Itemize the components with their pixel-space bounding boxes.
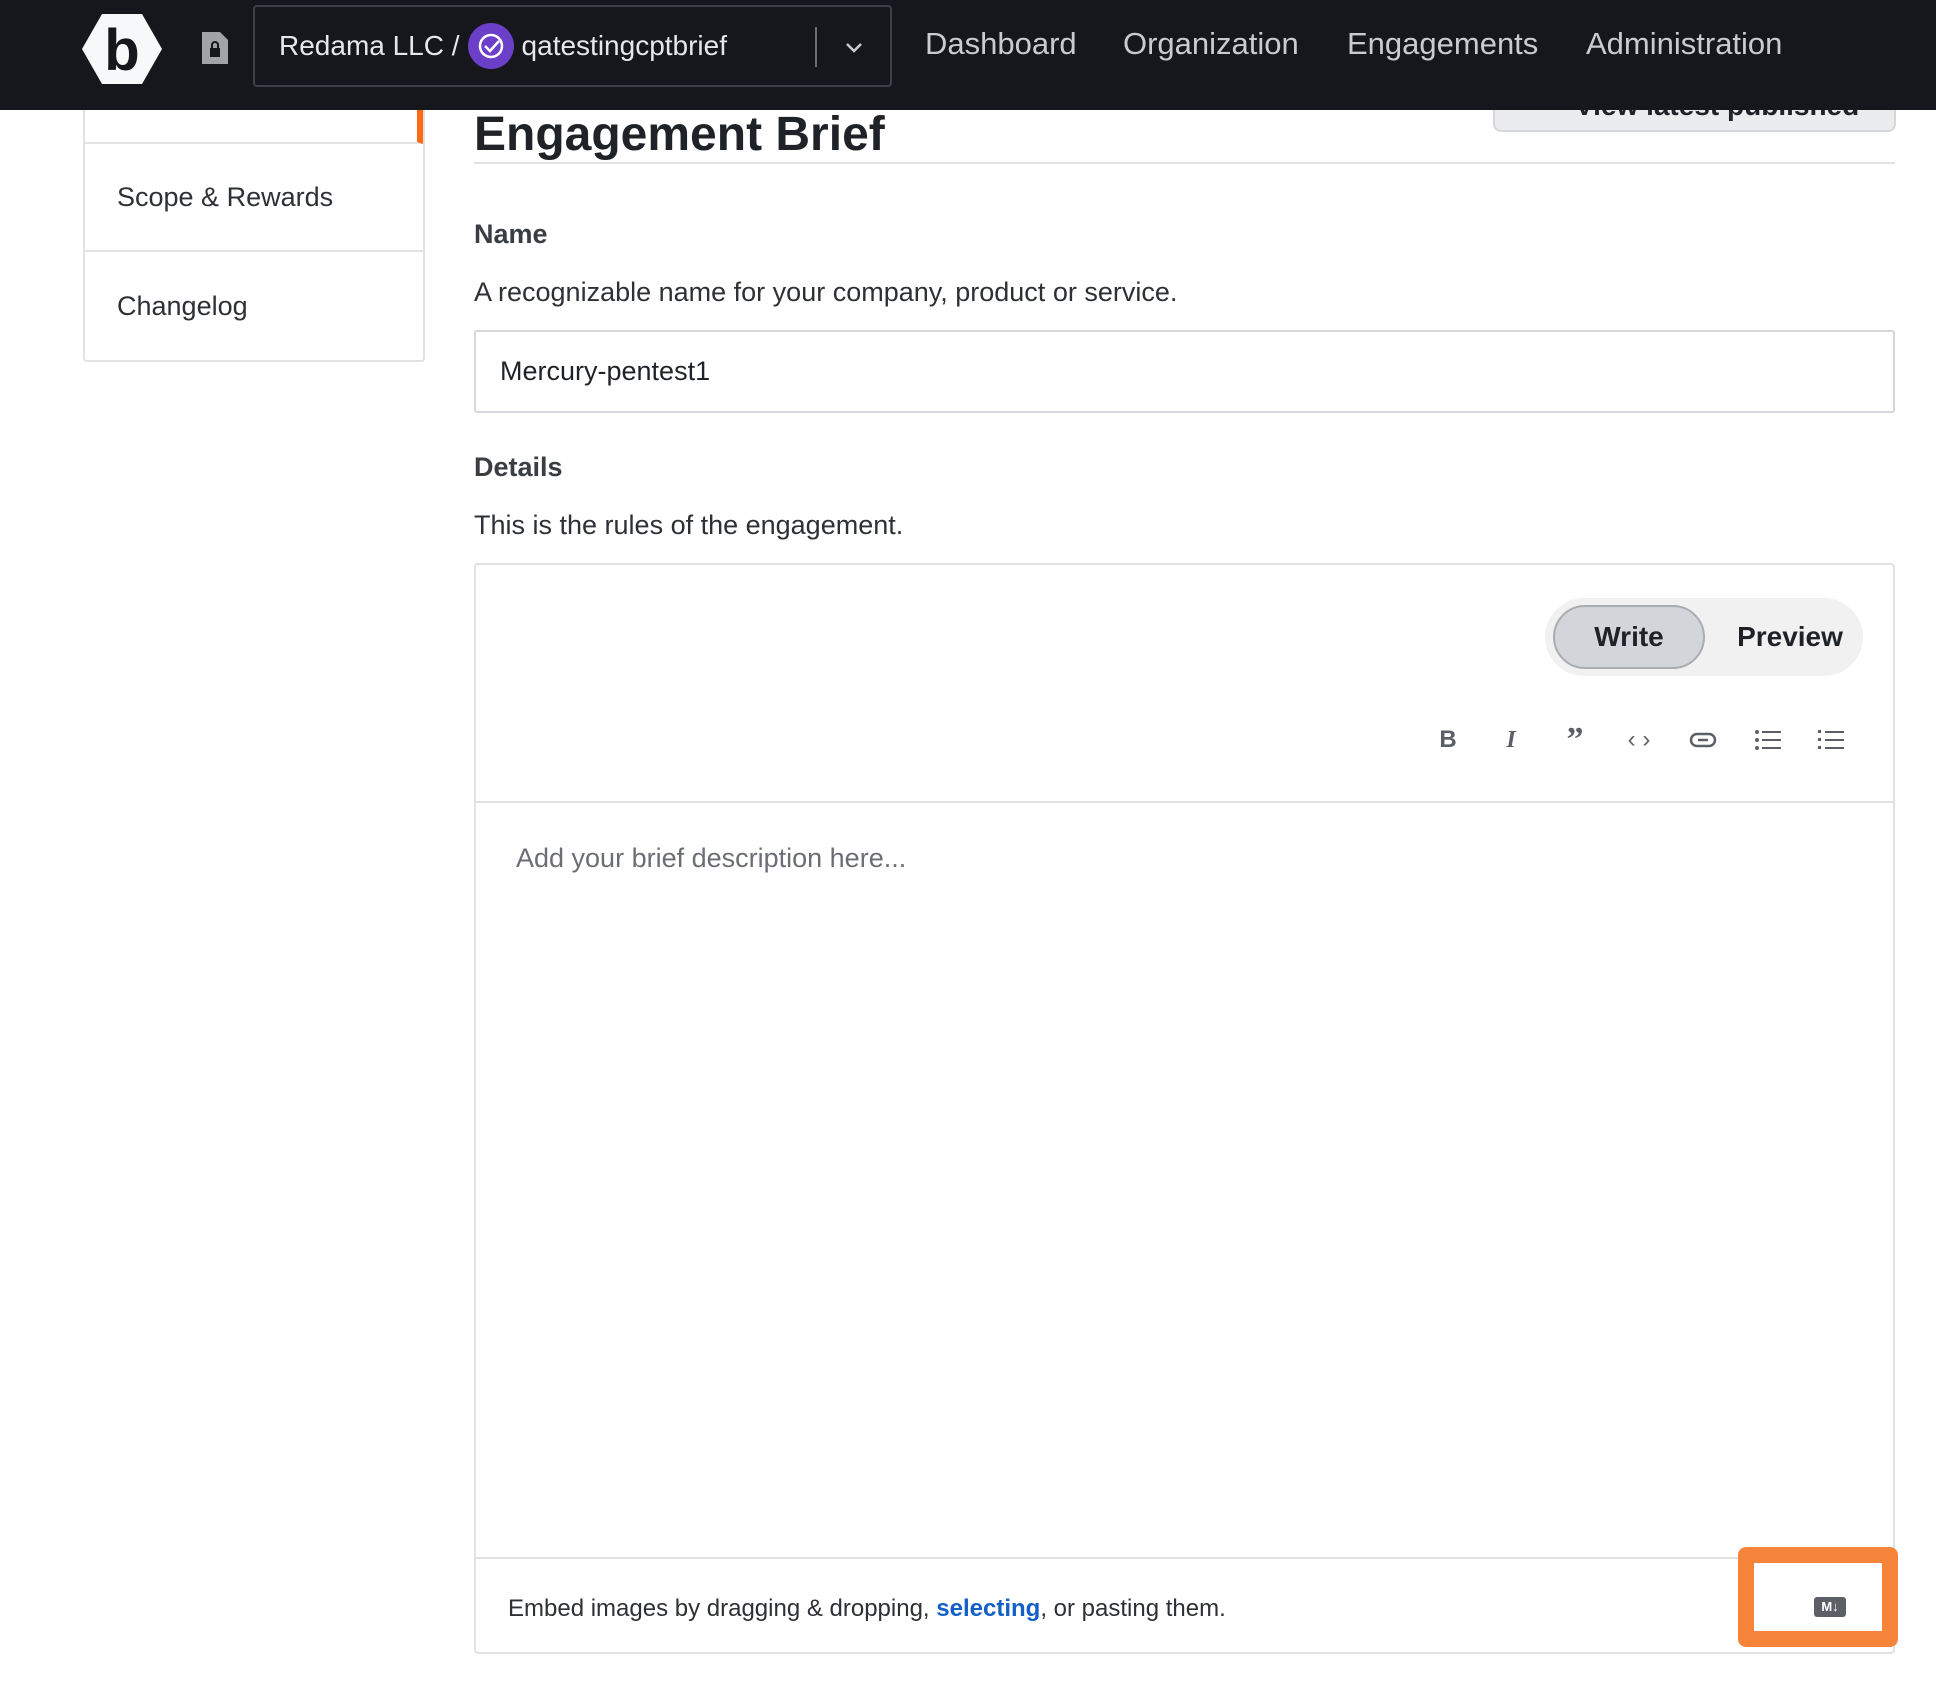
editor-tabs: Write Preview	[1545, 598, 1863, 676]
bullet-list-icon[interactable]	[1748, 727, 1788, 753]
quote-icon[interactable]: ”	[1555, 721, 1595, 758]
tab-write[interactable]: Write	[1553, 605, 1705, 669]
name-input[interactable]	[474, 330, 1895, 413]
sidebar-item-changelog[interactable]: Changelog	[85, 252, 423, 360]
select-images-link[interactable]: selecting	[936, 1595, 1040, 1622]
embed-images-hint: Embed images by dragging & dropping, sel…	[508, 1595, 1226, 1623]
nav-administration[interactable]: Administration	[1586, 26, 1782, 62]
link-icon[interactable]	[1683, 727, 1723, 753]
divider	[474, 162, 1895, 164]
details-label: Details	[474, 452, 563, 482]
name-label: Name	[474, 219, 548, 249]
nav-organization[interactable]: Organization	[1123, 26, 1299, 62]
bugcrowd-logo-icon[interactable]: b	[82, 14, 162, 84]
name-help: A recognizable name for your company, pr…	[474, 277, 1178, 307]
italic-icon[interactable]: I	[1491, 727, 1531, 753]
code-icon[interactable]: ‹ ›	[1619, 726, 1659, 753]
program-switcher[interactable]: Redama LLC / qatestingcptbrief	[253, 5, 892, 87]
svg-text:b: b	[104, 18, 139, 83]
tab-preview[interactable]: Preview	[1725, 605, 1855, 669]
program-name: qatestingcptbrief	[521, 30, 728, 61]
document-lock-icon[interactable]	[200, 30, 230, 66]
hint-text: Embed images by dragging & dropping,	[508, 1595, 937, 1622]
bold-icon[interactable]: B	[1428, 726, 1468, 753]
org-name: Redama LLC /	[279, 30, 460, 61]
details-textarea[interactable]	[476, 803, 1893, 1557]
divider	[476, 1557, 1893, 1559]
sidebar-item-scope-rewards[interactable]: Scope & Rewards	[85, 144, 423, 252]
divider	[815, 27, 817, 67]
chevron-down-icon[interactable]	[839, 33, 869, 63]
numbered-list-icon[interactable]	[1811, 727, 1851, 753]
markdown-editor: Write Preview B I ” ‹ › Embed images by …	[474, 563, 1895, 1654]
nav-dashboard[interactable]: Dashboard	[925, 26, 1077, 62]
details-help: This is the rules of the engagement.	[474, 510, 904, 540]
nav-engagements[interactable]: Engagements	[1347, 26, 1538, 62]
markdown-icon[interactable]: M↓	[1814, 1597, 1846, 1617]
page-title: Engagement Brief	[474, 108, 885, 161]
top-nav: b Redama LLC / qatestingcptbrief Dashboa…	[0, 0, 1936, 110]
hint-text: , or pasting them.	[1040, 1595, 1226, 1622]
verified-badge-icon	[467, 23, 514, 69]
